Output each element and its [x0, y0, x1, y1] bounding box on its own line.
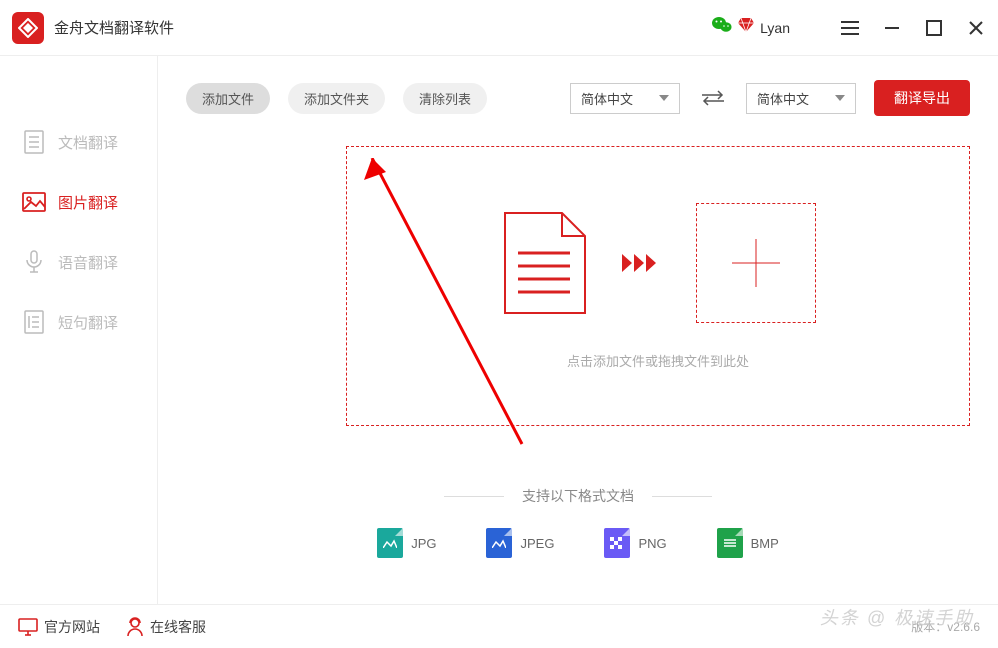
official-site-label: 官方网站 [44, 617, 100, 637]
version-label: 版本：v2.6.6 [911, 618, 980, 635]
image-icon [22, 190, 46, 214]
online-support-link[interactable]: 在线客服 [126, 617, 206, 637]
sidebar-item-sentence[interactable]: 短句翻译 [0, 292, 157, 352]
sidebar-item-label: 语音翻译 [58, 252, 118, 273]
jpeg-file-icon [486, 528, 512, 558]
format-label: PNG [638, 536, 666, 551]
target-language-value: 简体中文 [757, 89, 809, 108]
format-item-jpg: JPG [377, 528, 436, 558]
format-item-png: PNG [604, 528, 666, 558]
translate-export-button[interactable]: 翻译导出 [874, 80, 970, 116]
main-content: 添加文件 添加文件夹 清除列表 简体中文 简体中文 翻译导出 [158, 56, 998, 604]
support-icon [126, 617, 144, 637]
chevron-down-icon [835, 95, 845, 101]
source-language-select[interactable]: 简体中文 [570, 83, 680, 114]
png-file-icon [604, 528, 630, 558]
footer: 官方网站 在线客服 版本：v2.6.6 [0, 604, 998, 648]
audio-icon [22, 250, 46, 274]
chevron-down-icon [659, 95, 669, 101]
add-folder-button[interactable]: 添加文件夹 [288, 83, 385, 114]
source-language-value: 简体中文 [581, 89, 633, 108]
document-outline-icon [500, 208, 590, 318]
wechat-icon [712, 16, 732, 39]
close-button[interactable] [966, 18, 986, 38]
user-area[interactable]: Lyan [712, 16, 790, 39]
format-item-jpeg: JPEG [486, 528, 554, 558]
sidebar-item-document[interactable]: 文档翻译 [0, 112, 157, 172]
sidebar-item-label: 文档翻译 [58, 132, 118, 153]
bmp-file-icon [717, 528, 743, 558]
sidebar-item-image[interactable]: 图片翻译 [0, 172, 157, 232]
swap-languages-button[interactable] [698, 90, 728, 106]
add-file-button[interactable]: 添加文件 [186, 83, 270, 114]
arrows-icon [622, 250, 664, 276]
supported-formats: 支持以下格式文档 JPG JPEG PNG BMP [186, 486, 970, 558]
jpg-file-icon [377, 528, 403, 558]
format-item-bmp: BMP [717, 528, 779, 558]
format-label: BMP [751, 536, 779, 551]
dropzone-hint: 点击添加文件或拖拽文件到此处 [567, 351, 749, 370]
minimize-button[interactable] [882, 18, 902, 38]
app-title: 金舟文档翻译软件 [54, 17, 174, 38]
file-dropzone[interactable]: 点击添加文件或拖拽文件到此处 [346, 146, 970, 426]
add-file-placeholder[interactable] [696, 203, 816, 323]
sidebar: 文档翻译 图片翻译 语音翻译 短句翻译 [0, 56, 158, 604]
document-icon [22, 130, 46, 154]
sentence-icon [22, 310, 46, 334]
clear-list-button[interactable]: 清除列表 [403, 83, 487, 114]
maximize-button[interactable] [924, 18, 944, 38]
diamond-icon [738, 18, 754, 37]
target-language-select[interactable]: 简体中文 [746, 83, 856, 114]
official-site-link[interactable]: 官方网站 [18, 617, 100, 637]
sidebar-item-label: 图片翻译 [58, 192, 118, 213]
online-support-label: 在线客服 [150, 617, 206, 637]
toolbar: 添加文件 添加文件夹 清除列表 简体中文 简体中文 翻译导出 [186, 80, 970, 116]
titlebar: 金舟文档翻译软件 Lyan [0, 0, 998, 56]
dropzone-graphics [500, 203, 816, 323]
format-label: JPEG [520, 536, 554, 551]
formats-title: 支持以下格式文档 [186, 486, 970, 506]
monitor-icon [18, 618, 38, 636]
plus-icon [726, 233, 786, 293]
sidebar-item-audio[interactable]: 语音翻译 [0, 232, 157, 292]
menu-button[interactable] [840, 18, 860, 38]
format-label: JPG [411, 536, 436, 551]
username: Lyan [760, 20, 790, 36]
sidebar-item-label: 短句翻译 [58, 312, 118, 333]
app-logo [12, 12, 44, 44]
